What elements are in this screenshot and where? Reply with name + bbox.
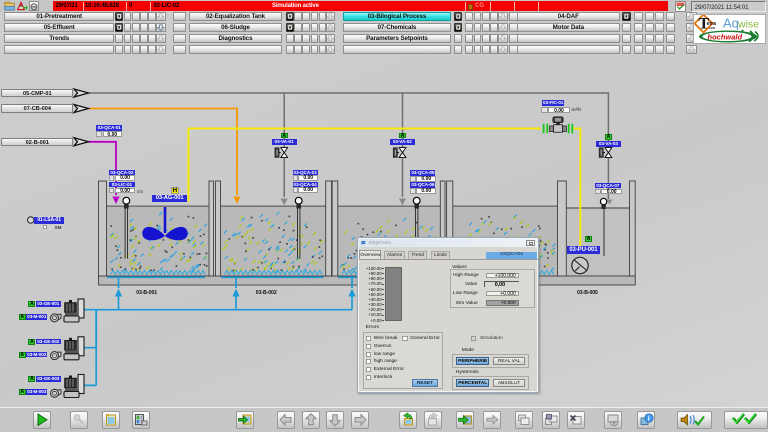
svg-text:i: i <box>648 415 650 423</box>
